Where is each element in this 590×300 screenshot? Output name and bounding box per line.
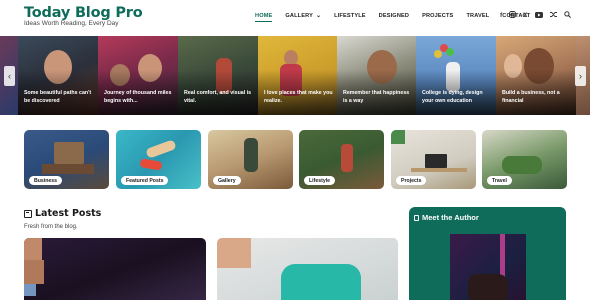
nav-item-gallery-label: GALLERY xyxy=(285,13,313,19)
category-label: Travel xyxy=(487,176,512,185)
site-header: Today Blog Pro Ideas Worth Reading, Ever… xyxy=(0,0,590,36)
slider-next-button[interactable]: › xyxy=(575,66,586,86)
latest-posts-heading: Latest Posts xyxy=(35,208,102,219)
slide-card[interactable]: Remember that happiness is a way xyxy=(337,36,416,115)
slide-card[interactable]: College is dying, design your own educat… xyxy=(416,36,496,115)
author-icon xyxy=(414,215,419,221)
category-card-projects[interactable]: Projects xyxy=(391,130,476,189)
slide-caption: College is dying, design your own educat… xyxy=(422,90,483,104)
site-title[interactable]: Today Blog Pro xyxy=(24,5,143,21)
youtube-icon[interactable] xyxy=(534,11,543,21)
slide-card[interactable]: Real comfort, and visual is vital. xyxy=(178,36,258,115)
slide-caption: Journey of thousand miles begins with... xyxy=(104,90,172,104)
category-label: Gallery xyxy=(213,176,241,185)
chevron-left-icon: ‹ xyxy=(8,71,11,81)
author-heading: Meet the Author xyxy=(422,213,479,222)
x-twitter-icon[interactable]: X xyxy=(523,12,527,20)
slide-caption: I love places that make you realize. xyxy=(264,90,333,104)
category-label: Projects xyxy=(396,176,427,185)
author-photo xyxy=(450,234,526,300)
category-card-travel[interactable]: Travel xyxy=(482,130,567,189)
site-tagline: Ideas Worth Reading, Every Day xyxy=(24,20,119,27)
search-icon[interactable] xyxy=(563,11,571,21)
instagram-icon[interactable] xyxy=(509,11,517,21)
slide-caption: Some beautiful paths can't be discovered xyxy=(24,90,92,104)
nav-item-lifestyle[interactable]: LIFESTYLE xyxy=(334,13,366,19)
chevron-down-icon: ⌄ xyxy=(315,13,322,19)
slider-prev-button[interactable]: ‹ xyxy=(4,66,15,86)
nav-item-home[interactable]: HOME xyxy=(255,13,273,22)
slide-caption: Real comfort, and visual is vital. xyxy=(184,90,252,104)
featured-slider: Some beautiful paths can't be discovered… xyxy=(0,36,590,115)
post-card[interactable] xyxy=(217,238,398,300)
facebook-icon[interactable]: f xyxy=(500,12,502,20)
posts-icon xyxy=(24,210,32,218)
category-label: Lifestyle xyxy=(304,176,336,185)
category-card-featured-posts[interactable]: Featured Posts xyxy=(116,130,201,189)
category-label: Business xyxy=(29,176,63,185)
slide-card[interactable]: Journey of thousand miles begins with... xyxy=(98,36,178,115)
slide-card[interactable]: Build a business, not a financial xyxy=(496,36,576,115)
slide-card[interactable]: I love places that make you realize. xyxy=(258,36,337,115)
category-card-business[interactable]: Business xyxy=(24,130,109,189)
nav-item-travel[interactable]: TRAVEL xyxy=(466,13,489,19)
category-card-gallery[interactable]: Gallery xyxy=(208,130,293,189)
chevron-right-icon: › xyxy=(579,71,582,81)
social-links: f X xyxy=(500,11,578,21)
post-card[interactable] xyxy=(24,238,206,300)
category-card-lifestyle[interactable]: Lifestyle xyxy=(299,130,384,189)
slide-caption: Remember that happiness is a way xyxy=(343,90,410,104)
slide-card[interactable]: Some beautiful paths can't be discovered xyxy=(18,36,98,115)
nav-item-projects[interactable]: PROJECTS xyxy=(422,13,453,19)
latest-posts-subtitle: Fresh from the blog. xyxy=(24,224,78,230)
category-label: Featured Posts xyxy=(121,176,169,185)
nav-item-designed[interactable]: DESIGNED xyxy=(379,13,409,19)
shuffle-icon[interactable] xyxy=(549,11,557,21)
nav-item-gallery[interactable]: GALLERY ⌄ xyxy=(285,12,321,19)
slide-caption: Build a business, not a financial xyxy=(502,90,560,104)
